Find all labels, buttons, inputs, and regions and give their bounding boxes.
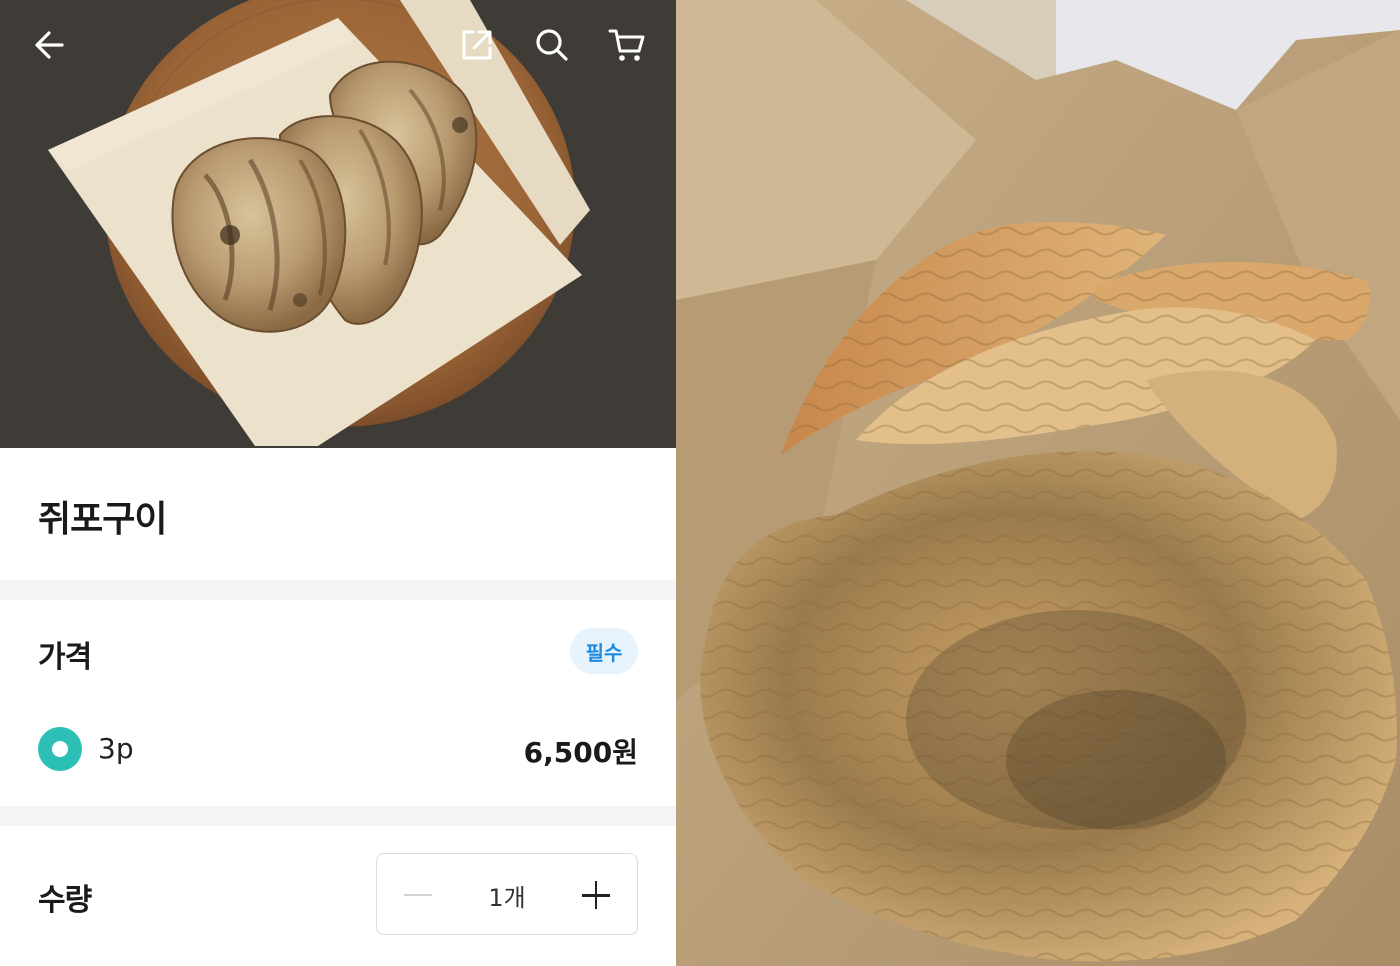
minus-icon[interactable] bbox=[397, 874, 439, 916]
cart-icon bbox=[608, 29, 645, 61]
search-button[interactable] bbox=[529, 22, 575, 68]
option-price: 6,500원 bbox=[523, 736, 638, 769]
quantity-value: 1개 bbox=[488, 884, 526, 912]
option-label[interactable]: 3p bbox=[98, 732, 134, 765]
price-section bbox=[0, 600, 676, 806]
product-detail-screen: 쥐포구이 가격 필수 3p 6,500원 수량 1개 bbox=[0, 0, 676, 966]
cart-button[interactable] bbox=[604, 22, 650, 68]
share-icon bbox=[462, 30, 492, 60]
quantity-section-title: 수량 bbox=[38, 883, 92, 918]
plus-icon[interactable] bbox=[575, 874, 617, 916]
product-hero-image bbox=[0, 0, 676, 448]
price-section-title: 가격 bbox=[38, 640, 92, 675]
required-badge: 필수 bbox=[570, 628, 638, 674]
radio-selected-dot bbox=[52, 741, 68, 757]
share-button[interactable] bbox=[454, 22, 500, 68]
option-radio-3p[interactable] bbox=[38, 727, 82, 771]
arrow-left-icon bbox=[35, 31, 64, 59]
search-icon bbox=[536, 29, 568, 61]
fish-chips-photo bbox=[676, 0, 1400, 966]
back-button[interactable] bbox=[26, 22, 72, 68]
product-title: 쥐포구이 bbox=[38, 499, 167, 540]
quantity-stepper: 1개 bbox=[376, 853, 638, 935]
